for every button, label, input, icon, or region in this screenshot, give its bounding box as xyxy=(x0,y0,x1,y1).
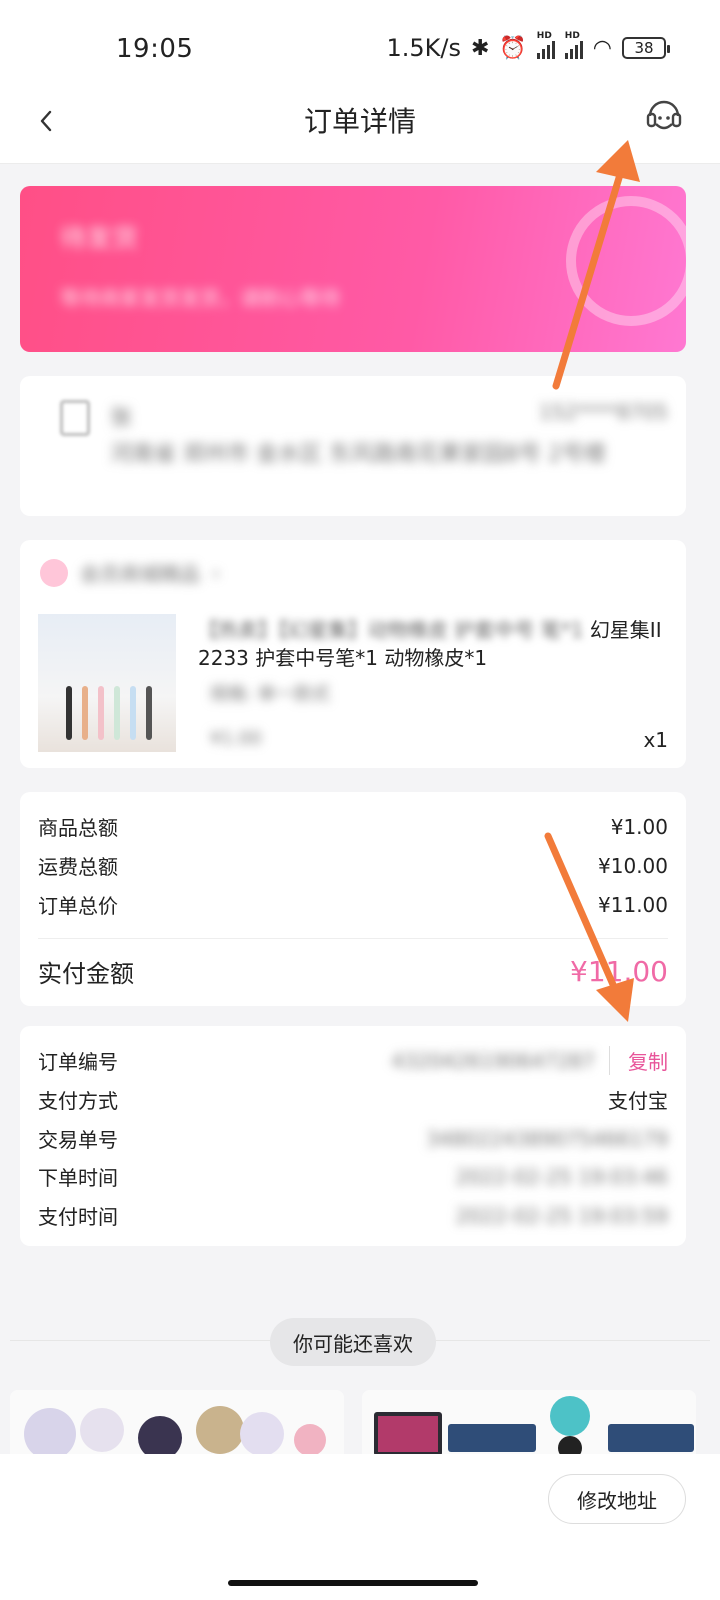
chevron-right-icon: › xyxy=(212,560,220,585)
trade-number-value: 3480224389075466179 xyxy=(426,1126,668,1151)
order-number-value: 4320426190647287 xyxy=(391,1048,595,1073)
network-speed: 1.5K/s xyxy=(386,34,461,62)
address-card[interactable]: 张 152****8705 河南省 郑州市 金水区 东风路南花果家园8号 2号楼 xyxy=(20,376,686,516)
receiver-phone: 152****8705 xyxy=(538,400,668,424)
order-total-label: 订单总价 xyxy=(38,894,118,918)
bluetooth-icon: ✱ xyxy=(470,35,490,61)
product-thumbnail[interactable] xyxy=(38,614,176,752)
address-detail: 河南省 郑州市 金水区 东风路南花果家园8号 2号楼 xyxy=(110,442,606,467)
trade-number-label: 交易单号 xyxy=(38,1128,118,1152)
paid-amount-label: 实付金额 xyxy=(38,960,134,988)
goods-total-row: 商品总额 ¥1.00 xyxy=(38,812,668,841)
product-title[interactable]: 【热卖】【幻星集】动物橡皮 护套中号 笔*1 幻星集II 2233 护套中号笔*… xyxy=(198,616,662,672)
page-title: 订单详情 xyxy=(303,105,416,138)
battery-icon: 38 xyxy=(622,37,670,59)
shop-link[interactable]: 会员商城精品 › xyxy=(40,558,220,587)
trade-number-row: 交易单号 3480224389075466179 xyxy=(38,1124,668,1153)
shop-name: 会员商城精品 xyxy=(80,562,200,586)
recommend-heading: 你可能还喜欢 xyxy=(270,1318,436,1366)
order-status-subtitle: 等待商家发货发货，请耐心等待 xyxy=(60,286,340,310)
payment-method-label: 支付方式 xyxy=(38,1089,118,1113)
customer-service-icon xyxy=(646,100,682,130)
order-number-row: 订单编号 4320426190647287 复制 xyxy=(38,1046,668,1075)
divider xyxy=(38,938,668,939)
shipping-total-label: 运费总额 xyxy=(38,855,118,879)
paid-amount-value: ¥11.00 xyxy=(570,955,668,988)
order-time-value: 2022-02-25 19:03:46 xyxy=(455,1164,668,1189)
pay-time-label: 支付时间 xyxy=(38,1205,118,1229)
product-quantity: x1 xyxy=(643,728,668,752)
shipping-total-row: 运费总额 ¥10.00 xyxy=(38,851,668,880)
recommend-card-electronics[interactable] xyxy=(362,1390,696,1460)
order-time-label: 下单时间 xyxy=(38,1166,118,1190)
order-total-row: 订单总价 ¥11.00 xyxy=(38,890,668,919)
shop-logo xyxy=(40,558,68,587)
order-total-value: ¥11.00 xyxy=(598,892,668,917)
status-bar: 19:05 1.5K/s ✱ ⏰ HD HD ◠ 38 xyxy=(0,0,720,86)
status-time: 19:05 xyxy=(116,34,194,64)
goods-card: 会员商城精品 › 【热卖】【幻星集】动物橡皮 护套中号 笔*1 幻星集II 22… xyxy=(20,540,686,768)
signal-icon-2: HD xyxy=(564,31,583,59)
pay-time-row: 支付时间 2022-02-25 19:03:59 xyxy=(38,1201,668,1230)
goods-total-value: ¥1.00 xyxy=(610,814,668,839)
wifi-icon: ◠ xyxy=(592,35,612,61)
product-image xyxy=(362,1390,696,1460)
paid-amount-row: 实付金额 ¥11.00 xyxy=(38,954,668,989)
status-icons: 1.5K/s ✱ ⏰ HD HD ◠ 38 xyxy=(386,31,670,62)
payment-method-value: 支付宝 xyxy=(608,1089,668,1113)
order-info-card: 订单编号 4320426190647287 复制 支付方式 支付宝 交易单号 3… xyxy=(20,1026,686,1246)
price-summary-card: 商品总额 ¥1.00 运费总额 ¥10.00 订单总价 ¥11.00 实付金额 … xyxy=(20,792,686,1006)
product-title-blurred: 【热卖】【幻星集】动物橡皮 护套中号 笔*1 xyxy=(198,618,584,642)
order-number-label: 订单编号 xyxy=(38,1050,118,1074)
bottom-bar: 修改地址 xyxy=(0,1454,720,1600)
edit-address-button[interactable]: 修改地址 xyxy=(548,1474,686,1524)
order-time-row: 下单时间 2022-02-25 19:03:46 xyxy=(38,1162,668,1191)
pay-time-value: 2022-02-25 19:03:59 xyxy=(455,1203,668,1228)
banner-decoration xyxy=(566,196,686,326)
alarm-icon: ⏰ xyxy=(499,35,527,61)
clipboard-icon xyxy=(60,400,90,436)
payment-method-row: 支付方式 支付宝 xyxy=(38,1085,668,1114)
copy-button[interactable]: 复制 xyxy=(609,1046,668,1075)
signal-icon: HD xyxy=(536,31,555,59)
customer-service-button[interactable] xyxy=(642,94,686,138)
home-indicator[interactable] xyxy=(228,1580,478,1586)
order-status-text: 待发货 xyxy=(60,224,139,254)
goods-total-label: 商品总额 xyxy=(38,816,118,840)
receiver-name: 张 xyxy=(110,406,133,431)
nav-bar: 订单详情 xyxy=(0,86,720,164)
product-spec: 规格: 单一款式 xyxy=(210,684,330,705)
order-status-banner: 待发货 等待商家发货发货，请耐心等待 xyxy=(20,186,686,352)
product-price: ¥1.00 xyxy=(210,728,262,749)
shipping-total-value: ¥10.00 xyxy=(598,853,668,878)
recommend-card-figures[interactable] xyxy=(10,1390,344,1460)
product-image xyxy=(10,1390,344,1460)
